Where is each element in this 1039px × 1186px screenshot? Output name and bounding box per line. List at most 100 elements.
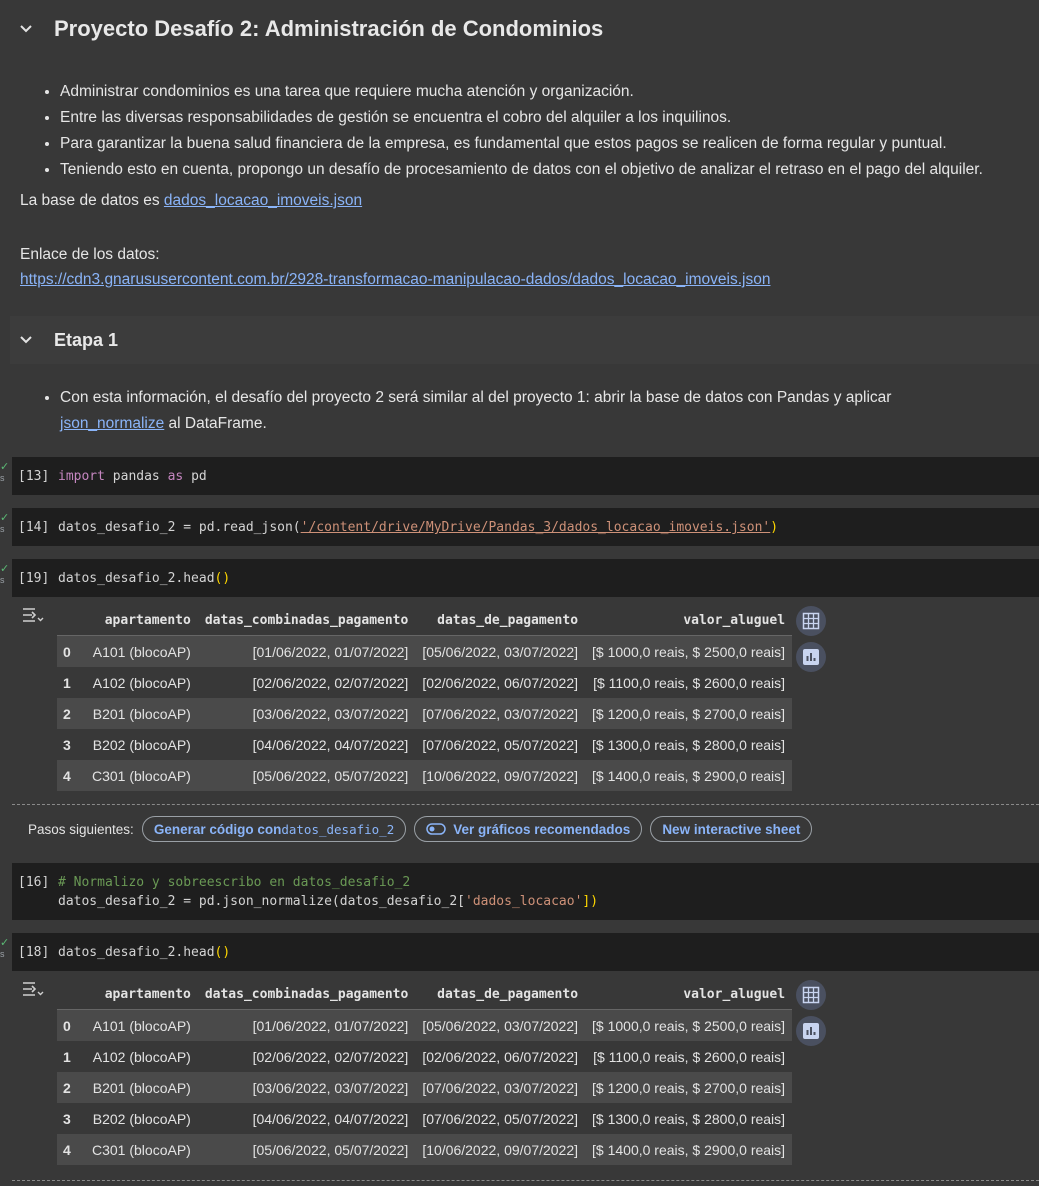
cell-run-status: ✓ s: [0, 938, 10, 960]
row-index: 4: [57, 1134, 85, 1165]
toggle-icon: [426, 823, 446, 835]
paren: (): [214, 945, 231, 960]
table-cell: [10/06/2022, 09/07/2022]: [415, 1134, 586, 1165]
row-index: 1: [57, 667, 85, 698]
list-item: Para garantizar la buena salud financier…: [60, 131, 983, 157]
intro-bullet-list: Administrar condominios es una tarea que…: [20, 79, 983, 183]
table-cell: [$ 1300,0 reais, $ 2800,0 reais]: [585, 1103, 793, 1134]
table-cell: [02/06/2022, 06/07/2022]: [415, 667, 586, 698]
table-cell: [01/06/2022, 01/07/2022]: [197, 1009, 416, 1041]
table-cell: [02/06/2022, 02/07/2022]: [197, 667, 416, 698]
table-cell: [05/06/2022, 05/07/2022]: [197, 1134, 416, 1165]
code-text: datos_desafio_2 = pd.json_normalize(dato…: [58, 894, 465, 909]
table-row: 2 B201 (blocoAP) [03/06/2022, 03/07/2022][…: [57, 698, 793, 729]
code-text: pd: [183, 469, 207, 484]
table-cell: [03/06/2022, 03/07/2022]: [197, 1072, 416, 1103]
new-interactive-sheet-button[interactable]: New interactive sheet: [650, 816, 813, 842]
string-literal: 'dados_locacao': [465, 894, 583, 909]
code-line[interactable]: datos_desafio_2.head(): [58, 571, 230, 586]
table-cell: [$ 1400,0 reais, $ 2900,0 reais]: [585, 760, 793, 791]
etapa-bullet-list: Con esta información, el desafío del pro…: [20, 385, 960, 437]
column-header: apartamento: [85, 605, 198, 636]
output-divider: [12, 804, 1039, 805]
table-header-row: apartamento datas_combinadas_pagamento d…: [57, 605, 793, 636]
execution-count: [18]: [18, 945, 50, 960]
list-item: Administrar condominios es una tarea que…: [60, 79, 983, 105]
table-cell: [01/06/2022, 01/07/2022]: [197, 635, 416, 667]
chip-variable: datos_desafio_2: [281, 821, 395, 837]
list-item: Teniendo esto en cuenta, propongo un des…: [60, 157, 983, 183]
column-header: [57, 979, 85, 1010]
table-cell: B201 (blocoAP): [85, 1072, 198, 1103]
suggest-charts-button[interactable]: [796, 642, 826, 672]
output-actions-icon[interactable]: [20, 980, 44, 1000]
code-cell-13[interactable]: [13] import pandas as pd: [12, 457, 1039, 495]
row-index: 0: [57, 635, 85, 667]
table-row: 3 B202 (blocoAP) [04/06/2022, 04/07/2022] […: [57, 1103, 793, 1134]
database-file-link[interactable]: dados_locacao_imoveis.json: [164, 192, 362, 209]
chevron-down-icon[interactable]: [16, 19, 36, 39]
table-row: 2 B201 (blocoAP) [03/06/2022, 03/07/2022][…: [57, 1072, 793, 1103]
table-cell: [10/06/2022, 09/07/2022]: [415, 760, 586, 791]
string-literal: '/content/drive/MyDrive/Pandas_3/dados_l…: [300, 520, 771, 535]
table-cell: A101 (blocoAP): [85, 1009, 198, 1041]
row-index: 0: [57, 1009, 85, 1041]
output-divider: [12, 1180, 1039, 1181]
suggest-charts-button[interactable]: [796, 1016, 826, 1046]
recommended-charts-button[interactable]: Ver gráficos recomendados: [414, 816, 643, 842]
table-header-row: apartamento datas_combinadas_pagamento d…: [57, 979, 793, 1010]
next-steps-bar: Pasos siguientes: Generar código con dat…: [28, 816, 813, 842]
cell-run-status: ✓ s: [0, 513, 10, 535]
json-normalize-link[interactable]: json_normalize: [60, 415, 164, 432]
row-index: 1: [57, 1041, 85, 1072]
code-line[interactable]: import pandas as pd: [58, 469, 207, 484]
table-row: 1 A102 (blocoAP) [02/06/2022, 02/07/2022][…: [57, 667, 793, 698]
run-time-label: s: [0, 575, 5, 585]
chip-label: Generar código con: [153, 821, 282, 837]
table-cell: [02/06/2022, 06/07/2022]: [415, 1041, 586, 1072]
data-url-link[interactable]: https://cdn3.gnarususercontent.com.br/29…: [20, 271, 770, 288]
database-label: La base de datos es: [20, 192, 164, 209]
section-title: Etapa 1: [54, 329, 119, 350]
chip-label: Ver gráficos recomendados: [453, 821, 631, 837]
table-row: 4 C301 (blocoAP) [05/06/2022, 05/07/2022][…: [57, 760, 793, 791]
column-header: valor_aluguel: [585, 605, 793, 636]
table-cell: B201 (blocoAP): [85, 698, 198, 729]
table-cell: [$ 1300,0 reais, $ 2800,0 reais]: [585, 729, 793, 760]
dataframe-table: apartamento datas_combinadas_pagamento d…: [57, 605, 793, 791]
run-time-label: s: [0, 949, 5, 959]
table-cell: [04/06/2022, 04/07/2022]: [197, 729, 416, 760]
check-icon: ✓: [0, 461, 10, 473]
table-cell: A102 (blocoAP): [85, 667, 198, 698]
table-cell: [$ 1200,0 reais, $ 2700,0 reais]: [585, 1072, 793, 1103]
code-line[interactable]: datos_desafio_2 = pd.read_json('/content…: [58, 520, 778, 535]
code-cell-18[interactable]: [18] datos_desafio_2.head(): [12, 933, 1039, 971]
check-icon: ✓: [0, 563, 10, 575]
table-icon: [802, 612, 820, 630]
next-steps-label: Pasos siguientes:: [28, 821, 134, 837]
chevron-down-icon[interactable]: [16, 330, 36, 350]
column-header: apartamento: [85, 979, 198, 1010]
data-link-paragraph: https://cdn3.gnarususercontent.com.br/29…: [20, 271, 770, 289]
table-cell: B202 (blocoAP): [85, 1103, 198, 1134]
code-text: datos_desafio_2.head: [58, 945, 215, 960]
convert-to-table-button[interactable]: [796, 606, 826, 636]
run-time-label: s: [0, 524, 5, 534]
table-row: 0 A101 (blocoAP) [01/06/2022, 01/07/2022][…: [57, 1009, 793, 1041]
execution-count: [16]: [18, 875, 50, 890]
column-header: [57, 605, 85, 636]
code-line[interactable]: datos_desafio_2.head(): [58, 945, 230, 960]
code-line[interactable]: datos_desafio_2 = pd.json_normalize(dato…: [58, 894, 598, 909]
table-cell: [04/06/2022, 04/07/2022]: [197, 1103, 416, 1134]
convert-to-table-button[interactable]: [796, 980, 826, 1010]
code-cell-16[interactable]: [16] # Normalizo y sobreescribo en datos…: [12, 863, 1039, 920]
output-actions-icon[interactable]: [20, 606, 44, 626]
code-cell-14[interactable]: [14] datos_desafio_2 = pd.read_json('/co…: [12, 508, 1039, 546]
row-index: 3: [57, 1103, 85, 1134]
table-cell: [05/06/2022, 03/07/2022]: [415, 1009, 586, 1041]
table-row: 4 C301 (blocoAP) [05/06/2022, 05/07/2022][…: [57, 1134, 793, 1165]
generate-code-button[interactable]: Generar código con datos_desafio_2: [141, 816, 407, 842]
section-title: Proyecto Desafío 2: Administración de Co…: [54, 16, 604, 41]
code-cell-19[interactable]: [19] datos_desafio_2.head(): [12, 559, 1039, 597]
execution-count: [14]: [18, 520, 50, 535]
